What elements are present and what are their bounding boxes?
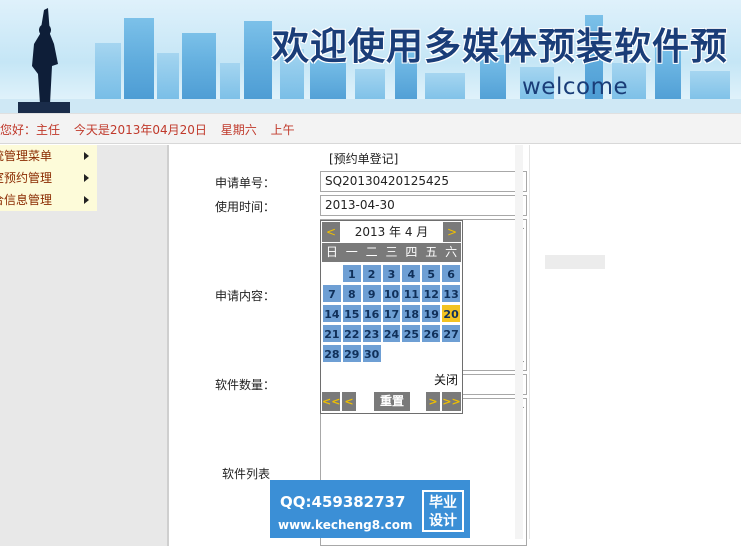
calendar-day[interactable]: 8 bbox=[341, 284, 362, 303]
calendar-grid: 1 2 3 4 5 6 7 8 9 10 11 12 13 14 15 16 17 18 19 20 21 22 23 24 2… bbox=[322, 264, 462, 364]
weekday-label: 六 bbox=[445, 245, 458, 259]
calendar-day-today[interactable]: 20 bbox=[441, 304, 462, 323]
caret-right-icon bbox=[84, 174, 89, 182]
weekday-text: 星期六 bbox=[220, 123, 257, 137]
left-sidebar: 统管理菜单 室预约管理 合信息管理 bbox=[0, 145, 168, 546]
calendar-day[interactable]: 19 bbox=[421, 304, 442, 323]
calendar-day[interactable]: 14 bbox=[322, 304, 342, 323]
sidebar-item-label: 合信息管理 bbox=[0, 193, 53, 207]
calendar-empty-cell bbox=[322, 264, 342, 283]
ad-badge: 毕业 设计 bbox=[422, 490, 464, 532]
faded-column bbox=[515, 145, 523, 539]
calendar-day[interactable]: 18 bbox=[401, 304, 422, 323]
calendar-day[interactable]: 16 bbox=[361, 304, 382, 323]
banner-title: 欢迎使用多媒体预装软件预 bbox=[272, 24, 728, 68]
calendar-day[interactable]: 10 bbox=[381, 284, 402, 303]
calendar-empty-cell bbox=[421, 344, 441, 363]
calendar-day[interactable]: 27 bbox=[441, 324, 462, 343]
weekday-label: 一 bbox=[345, 245, 358, 259]
calendar-week-row: 21 22 23 24 25 26 27 bbox=[322, 324, 462, 344]
prev-month-footer-button[interactable]: < bbox=[342, 392, 356, 411]
next-month-button[interactable]: > bbox=[443, 222, 461, 242]
calendar-day[interactable]: 2 bbox=[361, 264, 382, 283]
greeting-text: 您好：主任 bbox=[0, 123, 61, 137]
sidebar-item-system[interactable]: 统管理菜单 bbox=[0, 145, 97, 167]
weekday-label: 二 bbox=[365, 245, 378, 259]
sidebar-item-label: 统管理菜单 bbox=[0, 149, 53, 163]
calendar-day[interactable]: 7 bbox=[322, 284, 342, 303]
ad-badge-line: 毕业 bbox=[429, 495, 457, 511]
sidebar-item-info[interactable]: 合信息管理 bbox=[0, 189, 97, 211]
calendar-week-row: 28 29 30 bbox=[322, 344, 461, 364]
calendar-day[interactable]: 25 bbox=[401, 324, 422, 343]
raised-fist-figure-icon bbox=[18, 8, 70, 113]
caret-right-icon bbox=[84, 196, 89, 204]
ad-badge-line: 设计 bbox=[429, 513, 457, 529]
calendar-month-title: 2013 年 4 月 bbox=[354, 225, 429, 239]
faded-background bbox=[545, 255, 605, 269]
weekday-label: 四 bbox=[405, 245, 418, 259]
header-banner: 欢迎使用多媒体预装软件预 welcome bbox=[0, 0, 741, 113]
calendar-day[interactable]: 4 bbox=[401, 264, 422, 283]
calendar-day[interactable]: 22 bbox=[341, 324, 362, 343]
next-month-footer-button[interactable]: > bbox=[426, 392, 440, 411]
calendar-header: < 2013 年 4 月 > bbox=[322, 222, 461, 242]
use-time-label: 使用时间： bbox=[215, 200, 276, 214]
request-no-label: 申请单号： bbox=[215, 176, 276, 190]
prev-month-button[interactable]: < bbox=[322, 222, 340, 242]
banner-subtitle: welcome bbox=[522, 74, 629, 100]
calendar-close-button[interactable]: 关闭 bbox=[434, 371, 458, 388]
period-text: 上午 bbox=[270, 123, 295, 137]
use-time-field[interactable]: 2013-04-30 bbox=[320, 195, 527, 216]
content-label: 申请内容： bbox=[215, 289, 276, 303]
software-list-label: 软件列表 bbox=[222, 467, 271, 481]
watermark-ad: QQ:459382737 www.kecheng8.com 毕业 设计 bbox=[270, 480, 470, 538]
calendar-day[interactable]: 24 bbox=[381, 324, 402, 343]
calendar-day[interactable]: 29 bbox=[341, 344, 362, 363]
calendar-day[interactable]: 3 bbox=[381, 264, 402, 283]
calendar-footer: << < 重置 > >> bbox=[322, 391, 461, 412]
calendar-day[interactable]: 17 bbox=[381, 304, 402, 323]
sidebar-item-room-booking[interactable]: 室预约管理 bbox=[0, 167, 97, 189]
ad-qq-text: QQ:459382737 bbox=[280, 493, 406, 511]
sidebar-menu: 统管理菜单 室预约管理 合信息管理 bbox=[0, 145, 97, 211]
calendar-empty-cell bbox=[401, 344, 421, 363]
calendar-day[interactable]: 26 bbox=[421, 324, 442, 343]
weekday-label: 五 bbox=[425, 245, 438, 259]
next-year-button[interactable]: >> bbox=[442, 392, 461, 411]
reset-button[interactable]: 重置 bbox=[374, 392, 410, 411]
status-bar: 您好：主任 今天是2013年04月20日 星期六 上午 bbox=[0, 113, 741, 144]
app-window: 欢迎使用多媒体预装软件预 welcome 您好：主任 今天是2013年04月20… bbox=[0, 0, 741, 546]
calendar-week-row: 7 8 9 10 11 12 13 bbox=[322, 284, 462, 304]
calendar-day[interactable]: 11 bbox=[401, 284, 422, 303]
calendar-empty-cell bbox=[441, 344, 461, 363]
calendar-empty-cell bbox=[382, 344, 402, 363]
weekday-label: 三 bbox=[385, 245, 398, 259]
calendar-day[interactable]: 21 bbox=[322, 324, 342, 343]
calendar-day[interactable]: 23 bbox=[361, 324, 382, 343]
calendar-week-row: 14 15 16 17 18 19 20 bbox=[322, 304, 462, 324]
weekday-label: 日 bbox=[325, 245, 338, 259]
calendar-day[interactable]: 9 bbox=[361, 284, 382, 303]
date-text: 今天是2013年04月20日 bbox=[73, 123, 207, 137]
calendar-day[interactable]: 30 bbox=[361, 344, 382, 363]
calendar-weekday-row: 日 一 二 三 四 五 六 bbox=[322, 243, 461, 262]
quantity-label: 软件数量： bbox=[215, 378, 276, 392]
calendar-day[interactable]: 6 bbox=[441, 264, 461, 283]
calendar-day[interactable]: 28 bbox=[322, 344, 342, 363]
sidebar-item-label: 室预约管理 bbox=[0, 171, 53, 185]
date-picker-popup: < 2013 年 4 月 > 日 一 二 三 四 五 六 1 2 3 4 5 6 7 8 9 10… bbox=[320, 220, 463, 414]
calendar-day[interactable]: 5 bbox=[421, 264, 442, 283]
status-text: 您好：主任 今天是2013年04月20日 星期六 上午 bbox=[0, 121, 305, 138]
calendar-day[interactable]: 15 bbox=[341, 304, 362, 323]
calendar-day[interactable]: 12 bbox=[421, 284, 442, 303]
page-title: [预约单登记] bbox=[329, 152, 399, 166]
ad-url-text: www.kecheng8.com bbox=[278, 518, 413, 532]
caret-right-icon bbox=[84, 152, 89, 160]
calendar-day[interactable]: 13 bbox=[441, 284, 462, 303]
calendar-day[interactable]: 1 bbox=[341, 264, 362, 283]
request-no-field[interactable]: SQ20130420125425 bbox=[320, 171, 527, 192]
calendar-week-row: 123456 bbox=[322, 264, 461, 284]
prev-year-button[interactable]: << bbox=[322, 392, 340, 411]
